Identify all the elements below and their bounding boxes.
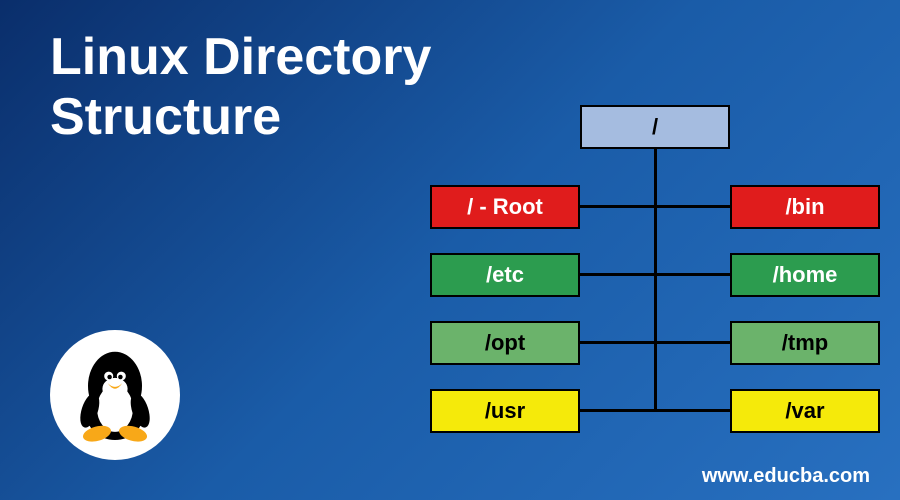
node-label: /var	[785, 398, 824, 424]
node-label: / - Root	[467, 194, 543, 220]
node-var: /var	[730, 389, 880, 433]
node-root-desc: / - Root	[430, 185, 580, 229]
node-label: /etc	[486, 262, 524, 288]
tree-branch-line	[580, 341, 730, 344]
node-home: /home	[730, 253, 880, 297]
node-tmp: /tmp	[730, 321, 880, 365]
node-opt: /opt	[430, 321, 580, 365]
node-usr: /usr	[430, 389, 580, 433]
tree-branch-line	[580, 273, 730, 276]
tux-logo-circle	[50, 330, 180, 460]
tux-penguin-icon	[70, 345, 160, 445]
tree-branch-line	[580, 409, 730, 412]
tree-trunk-line	[654, 149, 657, 411]
title-line-1: Linux Directory	[50, 28, 431, 88]
node-root: /	[580, 105, 730, 149]
node-label: /home	[773, 262, 838, 288]
node-label: /	[652, 114, 658, 140]
node-label: /tmp	[782, 330, 828, 356]
page-title: Linux Directory Structure	[50, 28, 431, 148]
node-bin: /bin	[730, 185, 880, 229]
directory-tree-diagram: / / - Root /bin /etc /home /opt /tmp /us…	[430, 105, 880, 445]
footer-url: www.educba.com	[702, 465, 870, 488]
node-etc: /etc	[430, 253, 580, 297]
node-label: /usr	[485, 398, 525, 424]
node-label: /bin	[785, 194, 824, 220]
tree-branch-line	[580, 205, 730, 208]
node-label: /opt	[485, 330, 525, 356]
title-line-2: Structure	[50, 88, 431, 148]
